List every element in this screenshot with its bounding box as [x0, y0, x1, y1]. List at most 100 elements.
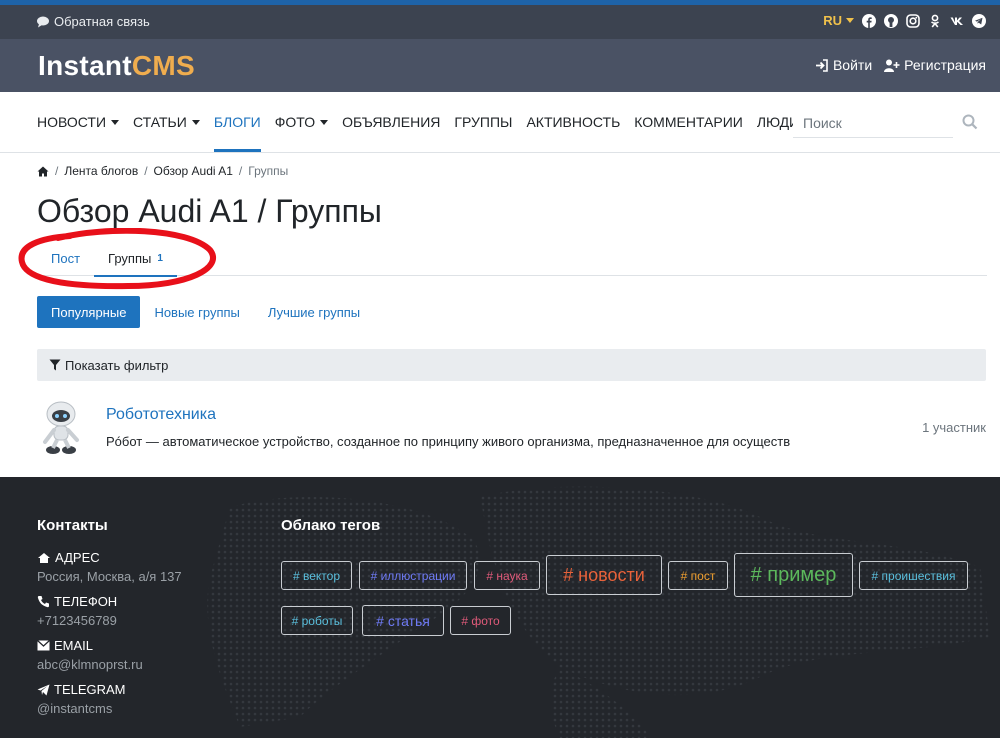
- tag-label: # иллюстрации: [370, 568, 456, 583]
- nav-item-ads[interactable]: ОБЪЯВЛЕНИЯ: [342, 92, 440, 152]
- tag-label: # новости: [563, 564, 645, 585]
- nav-label: КОММЕНТАРИИ: [634, 114, 743, 130]
- email-label: EMAIL: [54, 638, 94, 653]
- tag-label: # проишествия: [871, 568, 956, 583]
- comment-icon: [37, 16, 49, 27]
- subtab-best-groups[interactable]: Лучшие группы: [254, 296, 374, 328]
- breadcrumb-separator: /: [55, 164, 59, 178]
- tag-link[interactable]: # пост: [668, 561, 728, 590]
- login-link[interactable]: Войти: [815, 57, 872, 73]
- tab-count-badge: 1: [157, 252, 163, 264]
- facebook-icon[interactable]: [862, 13, 876, 28]
- tab-groups[interactable]: Группы 1: [94, 240, 177, 277]
- contacts-title: Контакты: [37, 517, 108, 534]
- site-header: InstantCMS Войти Регистрация: [0, 39, 1000, 92]
- github-icon[interactable]: [884, 13, 898, 28]
- filter-icon: [49, 359, 61, 371]
- tab-bar: Пост Группы 1: [37, 240, 987, 277]
- tag-label: # пример: [750, 563, 837, 586]
- page-title: Обзор Audi A1 / Группы: [37, 193, 382, 229]
- register-label: Регистрация: [904, 57, 986, 73]
- telegram-icon[interactable]: [972, 13, 986, 28]
- nav-item-blogs[interactable]: БЛОГИ: [213, 92, 261, 152]
- tab-label: Пост: [51, 250, 81, 266]
- group-description: Рóбот — автоматическое устройство, созда…: [106, 434, 791, 449]
- vk-icon[interactable]: [950, 14, 964, 28]
- tag-link[interactable]: # новости: [546, 555, 662, 595]
- breadcrumb-separator: /: [144, 164, 148, 178]
- site-footer: Контакты АДРЕС Россия, Москва, а/я 137 Т…: [0, 477, 1000, 738]
- nav-item-groups[interactable]: ГРУППЫ: [454, 92, 512, 152]
- breadcrumb-separator: /: [238, 164, 243, 178]
- tag-label: # статья: [376, 612, 430, 629]
- topbar: Обратная связь RU: [0, 5, 1000, 39]
- nav-item-photo[interactable]: ФОТО: [274, 92, 329, 152]
- language-select[interactable]: RU: [823, 13, 854, 28]
- tag-link[interactable]: # пример: [734, 553, 853, 597]
- telegram-value[interactable]: @instantcms: [37, 701, 182, 716]
- instagram-icon[interactable]: [906, 13, 920, 28]
- user-plus-icon: [884, 59, 900, 72]
- tag-link[interactable]: # фото: [450, 606, 511, 635]
- subtab-popular[interactable]: Популярные: [37, 296, 141, 328]
- feedback-link[interactable]: Обратная связь: [37, 14, 150, 29]
- tag-link[interactable]: # статья: [362, 605, 444, 636]
- group-members-count: 1 участник: [922, 420, 986, 435]
- nav-label: ГРУППЫ: [454, 114, 513, 130]
- house-icon: [38, 552, 50, 563]
- home-icon[interactable]: [37, 166, 49, 177]
- contacts-section: Контакты АДРЕС Россия, Москва, а/я 137 Т…: [37, 517, 182, 726]
- tag-link[interactable]: # роботы: [281, 606, 353, 635]
- search-icon[interactable]: [962, 114, 978, 130]
- nav-item-comments[interactable]: КОММЕНТАРИИ: [634, 92, 743, 152]
- nav-label: ОБЪЯВЛЕНИЯ: [342, 114, 441, 130]
- logo-text-instant: Instant: [38, 50, 132, 81]
- tag-label: # наука: [486, 568, 528, 583]
- chevron-down-icon: [111, 119, 120, 125]
- subtab-new-groups[interactable]: Новые группы: [140, 296, 253, 328]
- tag-link[interactable]: # вектор: [281, 561, 352, 590]
- tag-label: # фото: [461, 613, 500, 628]
- nav-item-activity[interactable]: АКТИВНОСТЬ: [526, 92, 620, 152]
- group-sort-tabs: Популярные Новые группы Лучшие группы: [37, 296, 374, 328]
- nav-item-news[interactable]: НОВОСТИ: [37, 92, 120, 152]
- envelope-icon: [37, 640, 50, 651]
- tag-link[interactable]: # проишествия: [859, 561, 968, 590]
- tag-label: # вектор: [292, 568, 340, 583]
- address-value: Россия, Москва, а/я 137: [37, 569, 182, 584]
- breadcrumb-blog-feed[interactable]: Лента блогов: [64, 164, 138, 178]
- robot-avatar[interactable]: [37, 400, 87, 456]
- phone-icon: [37, 596, 49, 608]
- show-filter-button[interactable]: Показать фильтр: [37, 349, 986, 381]
- breadcrumb: / Лента блогов / Обзор Audi A1 / Группы: [37, 164, 288, 178]
- group-name-link[interactable]: Робототехника: [106, 406, 216, 424]
- chevron-down-icon: [320, 119, 329, 125]
- chevron-down-icon: [191, 119, 200, 125]
- nav-label: ФОТО: [274, 114, 316, 130]
- nav-label: АКТИВНОСТЬ: [526, 114, 621, 130]
- nav-item-articles[interactable]: СТАТЬИ: [133, 92, 200, 152]
- sign-in-icon: [815, 58, 828, 72]
- tab-post[interactable]: Пост: [37, 240, 94, 276]
- feedback-label: Обратная связь: [54, 14, 150, 29]
- tab-label: Группы: [108, 250, 152, 266]
- logo-text-cms: CMS: [131, 50, 196, 81]
- tag-label: # роботы: [291, 613, 343, 628]
- language-label: RU: [823, 13, 842, 28]
- login-label: Войти: [832, 57, 873, 73]
- main-navigation: НОВОСТИ СТАТЬИ БЛОГИ ФОТО ОБЪЯВЛЕНИЯ ГРУ…: [0, 92, 1000, 153]
- tag-label: # пост: [680, 568, 716, 583]
- tag-link[interactable]: # иллюстрации: [359, 561, 467, 590]
- register-link[interactable]: Регистрация: [884, 57, 986, 73]
- email-value[interactable]: abc@klmnoprst.ru: [37, 657, 182, 672]
- search-input[interactable]: [793, 108, 953, 138]
- tag-link[interactable]: # наука: [474, 561, 540, 590]
- site-logo[interactable]: InstantCMS: [38, 50, 195, 82]
- phone-value[interactable]: +7123456789: [37, 613, 182, 628]
- chevron-down-icon: [846, 18, 854, 23]
- filter-label: Показать фильтр: [65, 357, 169, 373]
- nav-label: СТАТЬИ: [133, 114, 187, 130]
- odnoklassniki-icon[interactable]: [928, 14, 942, 28]
- breadcrumb-current: Группы: [248, 164, 289, 178]
- breadcrumb-post[interactable]: Обзор Audi A1: [154, 164, 233, 178]
